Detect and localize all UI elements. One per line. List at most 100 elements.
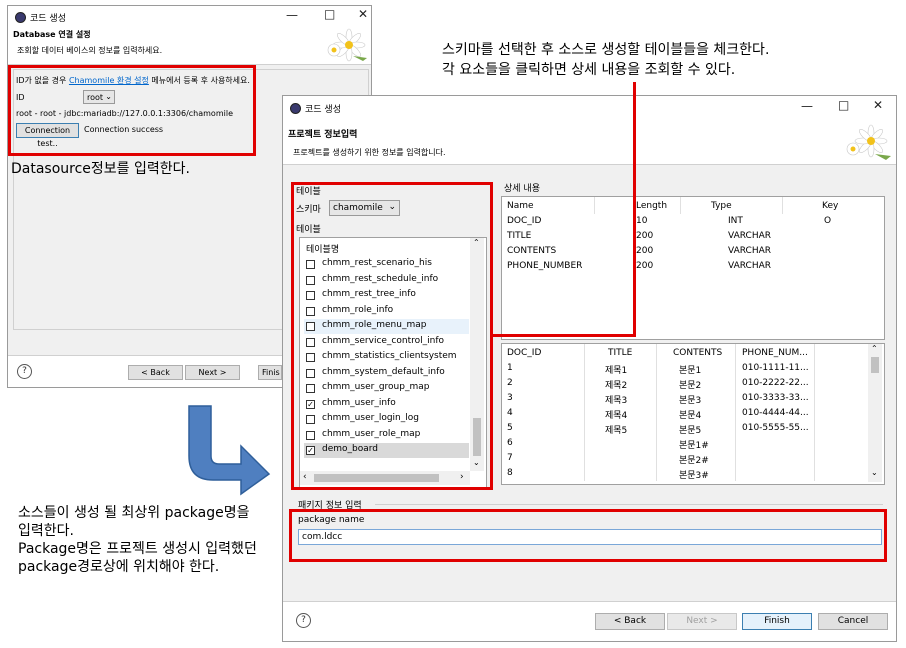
table-row[interactable]: 3 제목3 본문3 010-3333-33... xyxy=(502,391,868,406)
column-divider xyxy=(782,197,783,214)
cancel-button[interactable]: Cancel xyxy=(818,613,888,630)
columns-cell: VARCHAR xyxy=(728,246,772,256)
columns-cell: VARCHAR xyxy=(728,231,772,241)
close-icon[interactable]: ✕ xyxy=(358,7,368,21)
maximize-icon[interactable]: □ xyxy=(324,7,335,21)
data-cell: 6 xyxy=(507,438,513,448)
data-cell: 010-3333-33... xyxy=(742,393,809,403)
scroll-thumb[interactable] xyxy=(871,357,879,373)
table-row[interactable]: 2 제목2 본문2 010-2222-22... xyxy=(502,376,868,391)
table-row[interactable]: 8 본문3# xyxy=(502,466,868,481)
data-header-cell: DOC_ID xyxy=(507,348,542,358)
data-vertical-scrollbar[interactable]: ⌃ ⌄ xyxy=(868,344,882,482)
columns-header-cell: Length xyxy=(636,201,668,211)
package-note-line4: package경로상에 위치해야 한다. xyxy=(18,559,220,575)
next-button[interactable]: Next > xyxy=(667,613,737,630)
column-divider xyxy=(594,197,595,214)
back-dialog-next-button[interactable]: Next > xyxy=(185,365,240,380)
front-dialog-titlebar: 코드 생성 — □ ✕ xyxy=(283,96,896,118)
back-dialog-header: Database 연결 설정 조회할 데이터 베이스의 정보를 입력하세요. xyxy=(8,28,371,64)
package-highlight-box xyxy=(289,509,887,562)
table-row[interactable]: TITLE 200 VARCHAR xyxy=(502,229,882,244)
data-table: DOC_ID TITLE CONTENTS PHONE_NUM... 1 제목1 본문1 0… xyxy=(501,343,885,485)
data-cell: 010-2222-22... xyxy=(742,378,809,388)
data-cell: 본문3 xyxy=(679,396,702,406)
package-group-divider xyxy=(375,504,883,505)
data-cell: 본문5 xyxy=(679,426,702,436)
package-note-line1: 소스들이 생성 될 최상위 package명을 xyxy=(18,505,250,521)
help-icon[interactable]: ? xyxy=(17,364,32,379)
daisy-logo-icon xyxy=(327,28,367,62)
app-icon xyxy=(15,12,26,23)
scroll-up-icon[interactable]: ⌃ xyxy=(871,344,878,353)
columns-header-cell: Type xyxy=(711,201,732,211)
finish-button[interactable]: Finish xyxy=(742,613,812,630)
table-row[interactable]: CONTENTS 200 VARCHAR xyxy=(502,244,882,259)
table-row[interactable]: 4 제목4 본문4 010-4444-44... xyxy=(502,406,868,421)
columns-cell: PHONE_NUMBER xyxy=(507,261,583,271)
columns-cell: 200 xyxy=(636,231,654,241)
data-cell: 7 xyxy=(507,453,513,463)
detail-group-label: 상세 내용 xyxy=(504,184,540,194)
data-cell: 010-1111-11... xyxy=(742,363,809,373)
back-dialog-titlebar: 코드 생성 — □ ✕ xyxy=(8,6,371,28)
data-cell: 5 xyxy=(507,423,513,433)
columns-cell: DOC_ID xyxy=(507,216,542,226)
back-header-desc: 조회할 데이터 베이스의 정보를 입력하세요. xyxy=(17,46,163,55)
table-row[interactable]: 1 제목1 본문1 010-1111-11... xyxy=(502,361,868,376)
columns-cell: O xyxy=(824,216,832,226)
data-cell: 010-5555-55... xyxy=(742,423,809,433)
minimize-icon[interactable]: — xyxy=(801,99,813,113)
columns-cell: TITLE xyxy=(507,231,532,241)
back-dialog-back-button[interactable]: < Back xyxy=(128,365,183,380)
data-cell: 제목5 xyxy=(605,426,628,436)
back-button[interactable]: < Back xyxy=(595,613,665,630)
data-cell: 제목4 xyxy=(605,411,628,421)
daisy-logo-icon xyxy=(846,124,891,160)
column-divider xyxy=(680,197,681,214)
columns-cell: 10 xyxy=(636,216,648,226)
columns-table-header: Name Length Type Key xyxy=(502,197,882,214)
scroll-down-icon[interactable]: ⌄ xyxy=(871,468,878,477)
table-row[interactable]: DOC_ID 10 INT O xyxy=(502,214,882,229)
front-dialog-header: 프로젝트 정보입력 프로젝트를 생성하기 위한 정보를 입력합니다. xyxy=(283,118,896,164)
data-cell: 본문1# xyxy=(679,441,709,451)
data-header-cell: PHONE_NUM... xyxy=(742,348,808,358)
columns-cell: 200 xyxy=(636,246,654,256)
app-icon xyxy=(290,103,301,114)
minimize-icon[interactable]: — xyxy=(286,8,298,22)
columns-header-cell: Name xyxy=(507,201,534,211)
flow-arrow-icon xyxy=(188,405,271,496)
data-cell: 1 xyxy=(507,363,513,373)
columns-table: Name Length Type Key DOC_ID 10 INT O TITLE 200 VA… xyxy=(501,196,885,340)
columns-cell: 200 xyxy=(636,261,654,271)
table-row[interactable]: 7 본문2# xyxy=(502,451,868,466)
data-cell: 제목3 xyxy=(605,396,628,406)
data-cell: 본문2# xyxy=(679,456,709,466)
data-cell: 본문2 xyxy=(679,381,702,391)
back-header-title: Database 연결 설정 xyxy=(13,30,91,39)
columns-cell: INT xyxy=(728,216,743,226)
front-header-title: 프로젝트 정보입력 xyxy=(288,130,358,140)
columns-cell: CONTENTS xyxy=(507,246,557,256)
help-icon[interactable]: ? xyxy=(296,613,311,628)
data-header-cell: CONTENTS xyxy=(673,348,723,358)
columns-header-cell: Key xyxy=(822,201,839,211)
table-selection-highlight-box xyxy=(291,182,493,490)
data-cell: 4 xyxy=(507,408,513,418)
data-cell: 본문1 xyxy=(679,366,702,376)
data-cell: 제목2 xyxy=(605,381,628,391)
top-right-note-line2: 각 요소들을 클릭하면 상세 내용을 조회할 수 있다. xyxy=(442,62,736,78)
data-cell: 본문4 xyxy=(679,411,702,421)
data-cell: 010-4444-44... xyxy=(742,408,809,418)
table-row[interactable]: 5 제목5 본문5 010-5555-55... xyxy=(502,421,868,436)
maximize-icon[interactable]: □ xyxy=(838,98,849,112)
table-row[interactable]: 6 본문1# xyxy=(502,436,868,451)
data-cell: 본문3# xyxy=(679,471,709,481)
package-note-line3: Package명은 프로젝트 생성시 입력했던 xyxy=(18,541,257,557)
table-row[interactable]: PHONE_NUMBER 200 VARCHAR xyxy=(502,259,882,274)
back-dialog-finish-button[interactable]: Finis xyxy=(258,365,282,380)
detail-callout-line xyxy=(633,82,636,336)
close-icon[interactable]: ✕ xyxy=(873,98,883,112)
data-table-body: 1 제목1 본문1 010-1111-11... 2 제목2 본문2 010-2222-22.… xyxy=(502,361,868,481)
